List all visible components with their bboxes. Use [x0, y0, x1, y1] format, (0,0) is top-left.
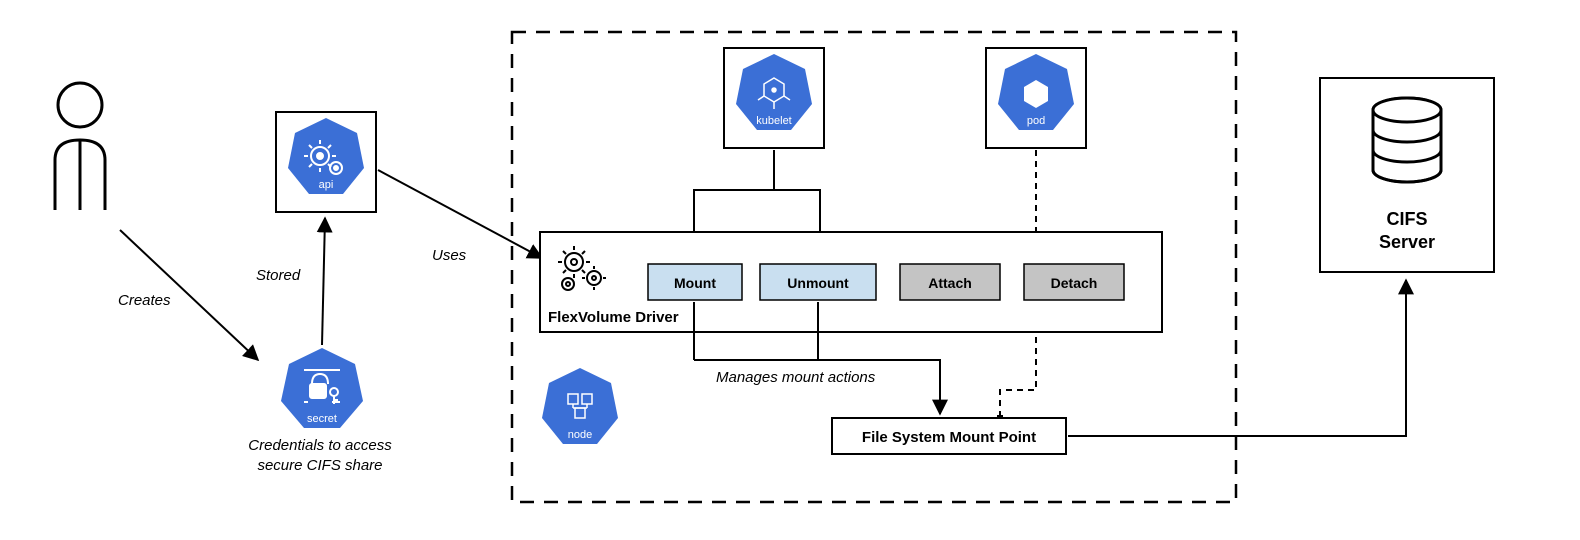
secret-heptagon: secret — [281, 348, 363, 428]
cifs-label-1: CIFS — [1386, 209, 1427, 229]
pod-label: pod — [1027, 115, 1045, 127]
stored-label: Stored — [256, 267, 301, 284]
stored-arrow — [322, 218, 325, 345]
cifs-label-2: Server — [1379, 232, 1435, 252]
flexvolume-title: FlexVolume Driver — [548, 309, 679, 326]
uses-arrow — [378, 170, 542, 258]
kubelet-label: kubelet — [756, 115, 791, 127]
creates-label: Creates — [118, 292, 171, 309]
attach-label: Attach — [928, 275, 972, 291]
unmount-label: Unmount — [787, 275, 849, 291]
secret-label: secret — [307, 413, 337, 425]
node-label: node — [568, 429, 592, 441]
mount-label: Mount — [674, 275, 716, 291]
user-icon — [55, 83, 105, 210]
mount-point-label: File System Mount Point — [862, 429, 1036, 446]
api-label: api — [319, 179, 334, 191]
node-heptagon: node — [542, 368, 618, 444]
uses-label: Uses — [432, 247, 467, 264]
secret-caption-1: Credentials to access — [248, 437, 392, 454]
manages-label: Manages mount actions — [716, 369, 876, 386]
secret-caption-2: secure CIFS share — [257, 457, 382, 474]
architecture-diagram: Creates api secr — [0, 0, 1580, 540]
detach-label: Detach — [1051, 275, 1098, 291]
database-icon — [1373, 98, 1441, 182]
